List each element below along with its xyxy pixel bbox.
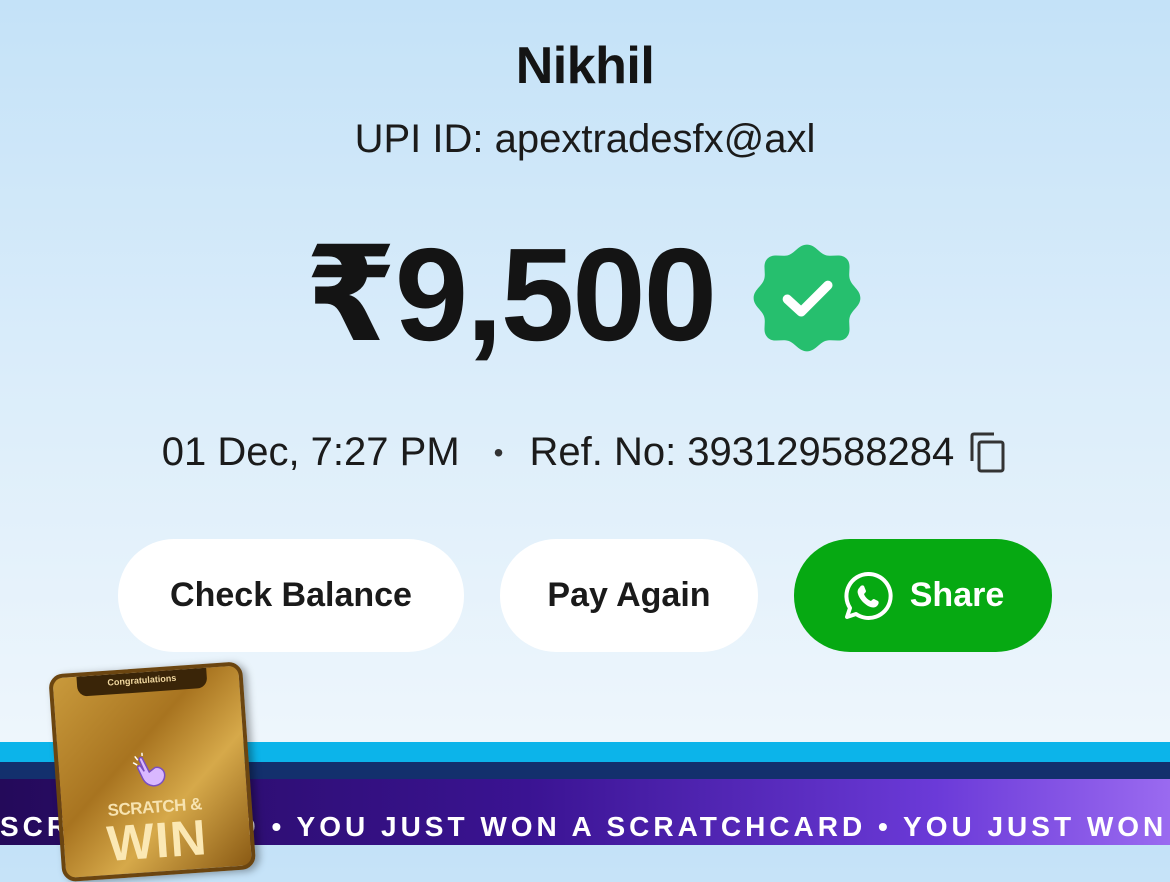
card-congratulations: Congratulations [107,672,177,688]
payee-name: Nikhil [515,37,655,95]
transaction-meta: 01 Dec, 7:27 PM • Ref. No: 393129588284 [0,430,1170,475]
share-label: Share [909,576,1005,614]
tap-hand-icon [132,752,166,787]
amount-row: ₹9,500 [0,225,1170,365]
payment-amount: ₹9,500 [304,221,717,368]
check-balance-button[interactable]: Check Balance [118,539,464,652]
card-notch: Congratulations [76,667,208,697]
card-win-text: WIN [105,809,209,873]
meta-separator: • [493,436,504,468]
copy-icon[interactable] [968,431,1008,475]
share-button[interactable]: Share [794,539,1052,652]
pay-again-button[interactable]: Pay Again [500,539,758,652]
action-buttons: Check Balance Pay Again Share [118,539,1052,652]
upi-id: UPI ID: apextradesfx@axl [354,117,816,161]
reference-number: Ref. No: 393129588284 [529,430,955,474]
transaction-datetime: 01 Dec, 7:27 PM [161,430,460,474]
verified-check-badge-icon [753,244,861,352]
scratch-card[interactable]: Congratulations SCRATCH & WIN [48,661,257,882]
whatsapp-icon [844,571,893,620]
